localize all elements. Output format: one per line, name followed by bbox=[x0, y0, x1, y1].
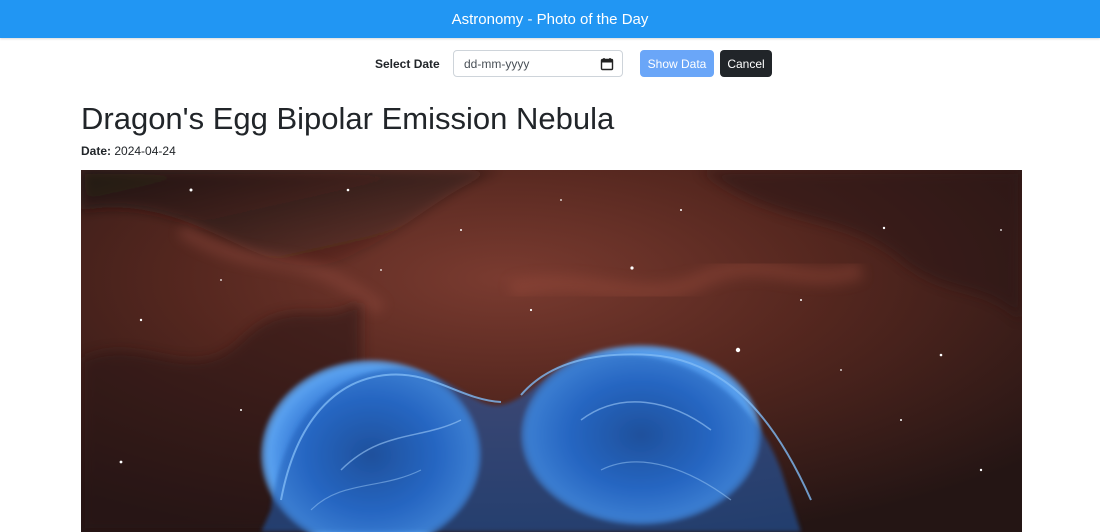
cancel-button[interactable]: Cancel bbox=[720, 50, 772, 77]
date-input[interactable]: dd-mm-yyyy bbox=[453, 50, 623, 77]
app-title: Astronomy - Photo of the Day bbox=[451, 10, 649, 28]
date-controls: Select Date dd-mm-yyyy Show Data Cancel bbox=[0, 50, 1100, 78]
photo-title: Dragon's Egg Bipolar Emission Nebula bbox=[81, 101, 615, 136]
calendar-icon[interactable] bbox=[600, 57, 614, 71]
photo-date-label: Date: bbox=[81, 144, 112, 158]
photo-date: Date: 2024-04-24 bbox=[81, 144, 176, 158]
nebula-photo bbox=[81, 170, 1022, 532]
show-data-button[interactable]: Show Data bbox=[640, 50, 714, 77]
app-header: Astronomy - Photo of the Day bbox=[0, 0, 1100, 38]
photo-date-value: 2024-04-24 bbox=[114, 144, 176, 158]
date-input-placeholder: dd-mm-yyyy bbox=[464, 56, 530, 71]
select-date-label: Select Date bbox=[375, 57, 440, 71]
